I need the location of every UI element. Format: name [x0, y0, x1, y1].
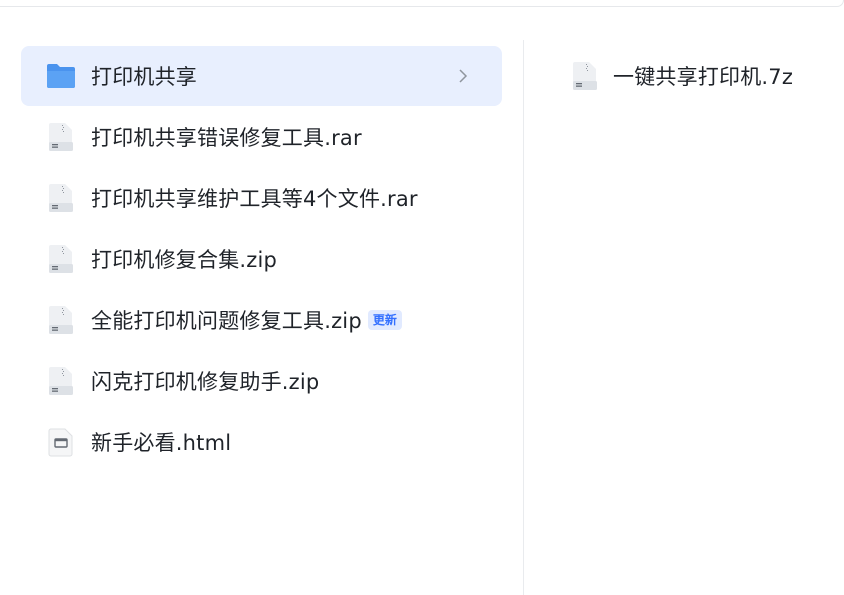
folder-item-printer-share[interactable]: 打印机共享	[21, 46, 502, 106]
list-item-label: 打印机共享维护工具等4个文件.rar	[91, 187, 418, 211]
list-item-label: 全能打印机问题修复工具.zip	[91, 309, 362, 333]
archive-file-icon	[570, 61, 600, 91]
file-item[interactable]: 打印机共享维护工具等4个文件.rar	[21, 168, 502, 228]
chevron-right-icon	[458, 68, 468, 84]
update-badge: 更新	[367, 310, 402, 330]
pane-divider	[523, 40, 524, 595]
list-item-label: 闪克打印机修复助手.zip	[91, 370, 320, 394]
file-browser: 打印机共享 打印机共享错误修复工具.rar 打印机共享维护工具等4个文件.rar…	[0, 0, 844, 595]
archive-file-icon	[46, 366, 76, 396]
archive-file-icon	[46, 183, 76, 213]
list-item-label: 打印机共享	[91, 65, 197, 89]
archive-file-icon	[46, 122, 76, 152]
html-file-icon	[46, 427, 76, 457]
folder-icon	[46, 61, 76, 91]
file-item[interactable]: 全能打印机问题修复工具.zip 更新	[21, 290, 502, 350]
archive-file-icon	[46, 305, 76, 335]
list-item-label: 打印机共享错误修复工具.rar	[91, 126, 362, 150]
file-item[interactable]: 打印机共享错误修复工具.rar	[21, 107, 502, 167]
folder-contents-list: 一键共享打印机.7z	[560, 46, 844, 106]
list-item-label: 一键共享打印机.7z	[613, 65, 794, 89]
list-item-label: 新手必看.html	[91, 431, 232, 455]
top-panel-edge	[0, 0, 844, 7]
folder-list: 打印机共享 打印机共享错误修复工具.rar 打印机共享维护工具等4个文件.rar…	[21, 46, 502, 473]
file-item[interactable]: 一键共享打印机.7z	[560, 46, 844, 106]
list-item-label: 打印机修复合集.zip	[91, 248, 278, 272]
file-item[interactable]: 新手必看.html	[21, 412, 502, 472]
file-item[interactable]: 打印机修复合集.zip	[21, 229, 502, 289]
archive-file-icon	[46, 244, 76, 274]
file-item[interactable]: 闪克打印机修复助手.zip	[21, 351, 502, 411]
